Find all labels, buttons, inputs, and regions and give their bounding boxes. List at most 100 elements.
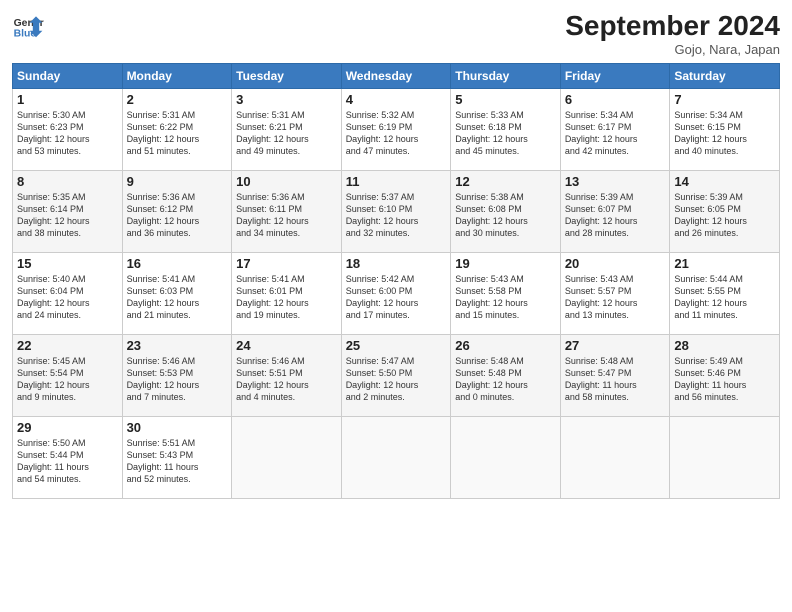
table-row: 19Sunrise: 5:43 AMSunset: 5:58 PMDayligh… xyxy=(451,253,561,335)
day-number: 14 xyxy=(674,174,775,189)
table-row xyxy=(232,417,342,499)
table-row: 16 Sunrise: 5:41 AMSunset: 6:03 PMDayligh… xyxy=(122,253,232,335)
cell-content: Sunrise: 5:39 AMSunset: 6:05 PMDaylight:… xyxy=(674,191,775,240)
logo: General Blue xyxy=(12,10,44,42)
col-wednesday: Wednesday xyxy=(341,64,451,89)
cell-content: Sunrise: 5:48 AMSunset: 5:47 PMDaylight:… xyxy=(565,355,666,404)
cell-content: Sunrise: 5:42 AMSunset: 6:00 PMDaylight:… xyxy=(346,273,447,322)
page-container: General Blue September 2024 Gojo, Nara, … xyxy=(0,0,792,509)
table-row: 11 Sunrise: 5:37 AMSunset: 6:10 PMDayligh… xyxy=(341,171,451,253)
cell-content: Sunrise: 5:36 AMSunset: 6:11 PMDaylight:… xyxy=(236,191,337,240)
table-row: 18 Sunrise: 5:42 AMSunset: 6:00 PMDayligh… xyxy=(341,253,451,335)
cell-content: Sunrise: 5:49 AMSunset: 5:46 PMDaylight:… xyxy=(674,355,775,404)
table-row xyxy=(670,417,780,499)
day-number: 22 xyxy=(17,338,118,353)
col-saturday: Saturday xyxy=(670,64,780,89)
cell-content: Sunrise: 5:43 AMSunset: 5:57 PMDaylight:… xyxy=(565,273,666,322)
day-number: 18 xyxy=(346,256,447,271)
cell-content: Sunrise: 5:35 AMSunset: 6:14 PMDaylight:… xyxy=(17,191,118,240)
day-number: 26 xyxy=(455,338,556,353)
col-tuesday: Tuesday xyxy=(232,64,342,89)
cell-content: Sunrise: 5:43 AMSunset: 5:58 PMDaylight:… xyxy=(455,273,556,322)
cell-content: Sunrise: 5:33 AMSunset: 6:18 PMDaylight:… xyxy=(455,109,556,158)
cell-content: Sunrise: 5:31 AMSunset: 6:22 PMDaylight:… xyxy=(127,109,228,158)
cell-content: Sunrise: 5:36 AMSunset: 6:12 PMDaylight:… xyxy=(127,191,228,240)
day-number: 3 xyxy=(236,92,337,107)
col-sunday: Sunday xyxy=(13,64,123,89)
day-number: 15 xyxy=(17,256,118,271)
table-row: 29 Sunrise: 5:50 AMSunset: 5:44 PMDayligh… xyxy=(13,417,123,499)
table-row: 24Sunrise: 5:46 AMSunset: 5:51 PMDayligh… xyxy=(232,335,342,417)
cell-content: Sunrise: 5:38 AMSunset: 6:08 PMDaylight:… xyxy=(455,191,556,240)
cell-content: Sunrise: 5:50 AMSunset: 5:44 PMDaylight:… xyxy=(17,437,118,486)
table-row: 30 Sunrise: 5:51 AMSunset: 5:43 PMDayligh… xyxy=(122,417,232,499)
day-number: 29 xyxy=(17,420,118,435)
month-title: September 2024 xyxy=(565,10,780,42)
cell-content: Sunrise: 5:34 AMSunset: 6:17 PMDaylight:… xyxy=(565,109,666,158)
table-row: 1Sunrise: 5:30 AMSunset: 6:23 PMDaylight… xyxy=(13,89,123,171)
cell-content: Sunrise: 5:34 AMSunset: 6:15 PMDaylight:… xyxy=(674,109,775,158)
cell-content: Sunrise: 5:39 AMSunset: 6:07 PMDaylight:… xyxy=(565,191,666,240)
calendar-week-1: 1Sunrise: 5:30 AMSunset: 6:23 PMDaylight… xyxy=(13,89,780,171)
table-row xyxy=(341,417,451,499)
table-row: 17 Sunrise: 5:41 AMSunset: 6:01 PMDayligh… xyxy=(232,253,342,335)
title-block: September 2024 Gojo, Nara, Japan xyxy=(565,10,780,57)
day-number: 16 xyxy=(127,256,228,271)
table-row: 23Sunrise: 5:46 AMSunset: 5:53 PMDayligh… xyxy=(122,335,232,417)
day-number: 7 xyxy=(674,92,775,107)
table-row: 8 Sunrise: 5:35 AMSunset: 6:14 PMDaylight… xyxy=(13,171,123,253)
day-number: 27 xyxy=(565,338,666,353)
table-row: 12 Sunrise: 5:38 AMSunset: 6:08 PMDayligh… xyxy=(451,171,561,253)
day-number: 4 xyxy=(346,92,447,107)
col-monday: Monday xyxy=(122,64,232,89)
cell-content: Sunrise: 5:37 AMSunset: 6:10 PMDaylight:… xyxy=(346,191,447,240)
header-row: Sunday Monday Tuesday Wednesday Thursday… xyxy=(13,64,780,89)
col-friday: Friday xyxy=(560,64,670,89)
table-row: 22 Sunrise: 5:45 AMSunset: 5:54 PMDayligh… xyxy=(13,335,123,417)
table-row: 3Sunrise: 5:31 AMSunset: 6:21 PMDaylight… xyxy=(232,89,342,171)
cell-content: Sunrise: 5:51 AMSunset: 5:43 PMDaylight:… xyxy=(127,437,228,486)
day-number: 8 xyxy=(17,174,118,189)
day-number: 2 xyxy=(127,92,228,107)
table-row xyxy=(451,417,561,499)
table-row: 28 Sunrise: 5:49 AMSunset: 5:46 PMDayligh… xyxy=(670,335,780,417)
table-row: 13 Sunrise: 5:39 AMSunset: 6:07 PMDayligh… xyxy=(560,171,670,253)
day-number: 13 xyxy=(565,174,666,189)
table-row: 5 Sunrise: 5:33 AMSunset: 6:18 PMDaylight… xyxy=(451,89,561,171)
cell-content: Sunrise: 5:41 AMSunset: 6:03 PMDaylight:… xyxy=(127,273,228,322)
table-row: 20 Sunrise: 5:43 AMSunset: 5:57 PMDayligh… xyxy=(560,253,670,335)
cell-content: Sunrise: 5:47 AMSunset: 5:50 PMDaylight:… xyxy=(346,355,447,404)
table-row: 4 Sunrise: 5:32 AMSunset: 6:19 PMDaylight… xyxy=(341,89,451,171)
calendar-week-5: 29 Sunrise: 5:50 AMSunset: 5:44 PMDayligh… xyxy=(13,417,780,499)
table-row xyxy=(560,417,670,499)
cell-content: Sunrise: 5:32 AMSunset: 6:19 PMDaylight:… xyxy=(346,109,447,158)
cell-content: Sunrise: 5:46 AMSunset: 5:53 PMDaylight:… xyxy=(127,355,228,404)
col-thursday: Thursday xyxy=(451,64,561,89)
cell-content: Sunrise: 5:44 AMSunset: 5:55 PMDaylight:… xyxy=(674,273,775,322)
day-number: 10 xyxy=(236,174,337,189)
table-row: 21 Sunrise: 5:44 AMSunset: 5:55 PMDayligh… xyxy=(670,253,780,335)
day-number: 6 xyxy=(565,92,666,107)
day-number: 28 xyxy=(674,338,775,353)
location-subtitle: Gojo, Nara, Japan xyxy=(565,42,780,57)
table-row: 14 Sunrise: 5:39 AMSunset: 6:05 PMDayligh… xyxy=(670,171,780,253)
table-row: 9Sunrise: 5:36 AMSunset: 6:12 PMDaylight… xyxy=(122,171,232,253)
cell-content: Sunrise: 5:45 AMSunset: 5:54 PMDaylight:… xyxy=(17,355,118,404)
day-number: 21 xyxy=(674,256,775,271)
day-number: 12 xyxy=(455,174,556,189)
day-number: 30 xyxy=(127,420,228,435)
day-number: 11 xyxy=(346,174,447,189)
table-row: 7 Sunrise: 5:34 AMSunset: 6:15 PMDaylight… xyxy=(670,89,780,171)
table-row: 26 Sunrise: 5:48 AMSunset: 5:48 PMDayligh… xyxy=(451,335,561,417)
day-number: 17 xyxy=(236,256,337,271)
calendar-week-3: 15Sunrise: 5:40 AMSunset: 6:04 PMDayligh… xyxy=(13,253,780,335)
cell-content: Sunrise: 5:48 AMSunset: 5:48 PMDaylight:… xyxy=(455,355,556,404)
cell-content: Sunrise: 5:41 AMSunset: 6:01 PMDaylight:… xyxy=(236,273,337,322)
table-row: 2 Sunrise: 5:31 AMSunset: 6:22 PMDaylight… xyxy=(122,89,232,171)
cell-content: Sunrise: 5:30 AMSunset: 6:23 PMDaylight:… xyxy=(17,109,118,158)
day-number: 20 xyxy=(565,256,666,271)
day-number: 5 xyxy=(455,92,556,107)
logo-icon: General Blue xyxy=(12,10,44,42)
table-row: 10 Sunrise: 5:36 AMSunset: 6:11 PMDayligh… xyxy=(232,171,342,253)
table-row: 15Sunrise: 5:40 AMSunset: 6:04 PMDayligh… xyxy=(13,253,123,335)
